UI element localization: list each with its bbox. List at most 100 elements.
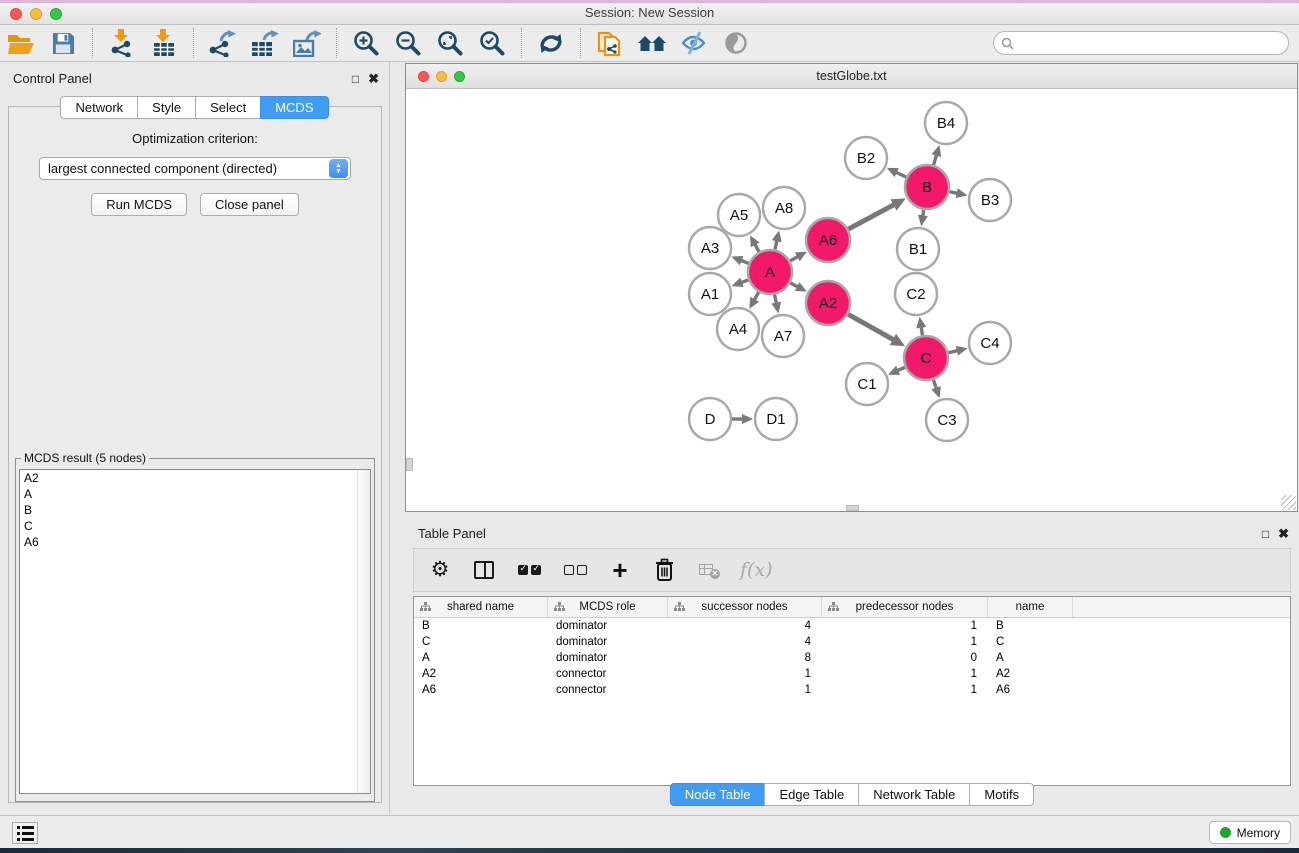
table-row[interactable]: A2connector11A2 xyxy=(414,666,1290,682)
hide-panels-button[interactable] xyxy=(676,27,712,59)
table-cell[interactable]: A xyxy=(414,652,548,664)
graph-node-A2[interactable]: A2 xyxy=(806,281,850,325)
graph-node-D[interactable]: D xyxy=(689,398,731,440)
split-view-button[interactable] xyxy=(472,557,496,583)
table-cell[interactable]: 8 xyxy=(668,652,822,664)
task-history-button[interactable] xyxy=(12,822,38,844)
graph-node-B1[interactable]: B1 xyxy=(897,228,939,270)
graph-node-A6[interactable]: A6 xyxy=(806,218,850,262)
table-cell[interactable]: C xyxy=(988,636,1073,648)
graph-node-A[interactable]: A xyxy=(748,250,792,294)
search-input[interactable] xyxy=(1014,33,1288,53)
graph-node-B2[interactable]: B2 xyxy=(845,137,887,179)
graph-node-A3[interactable]: A3 xyxy=(689,227,731,269)
network-horizontal-scrollbar[interactable] xyxy=(846,505,859,511)
graph-node-A8[interactable]: A8 xyxy=(763,187,805,229)
close-table-panel-icon[interactable]: ✖ xyxy=(1278,526,1289,542)
table-cell[interactable]: 4 xyxy=(668,620,822,632)
tab-select[interactable]: Select xyxy=(195,96,261,119)
table-cell[interactable]: connector xyxy=(548,668,668,680)
table-cell[interactable]: 1 xyxy=(822,668,988,680)
result-item[interactable]: C xyxy=(20,518,370,534)
result-list-scrollbar[interactable] xyxy=(357,470,370,793)
tab-style[interactable]: Style xyxy=(137,96,196,119)
tab-edge-table[interactable]: Edge Table xyxy=(764,783,859,806)
edge-A2-C[interactable] xyxy=(848,314,895,340)
table-cell[interactable]: B xyxy=(414,620,548,632)
network-vertical-scrollbar[interactable] xyxy=(406,458,413,471)
show-all-panels-button[interactable] xyxy=(634,27,670,59)
select-all-columns-button[interactable] xyxy=(516,557,542,583)
table-cell[interactable]: B xyxy=(988,620,1073,632)
graph-node-C4[interactable]: C4 xyxy=(969,322,1011,364)
table-row[interactable]: A6connector11A6 xyxy=(414,682,1290,698)
duplicate-network-button[interactable] xyxy=(592,27,628,59)
result-item[interactable]: A6 xyxy=(20,534,370,550)
float-table-panel-icon[interactable]: □ xyxy=(1262,527,1269,541)
graph-node-C3[interactable]: C3 xyxy=(926,399,968,441)
graph-node-C[interactable]: C xyxy=(904,336,948,380)
table-cell[interactable]: dominator xyxy=(548,620,668,632)
search-box[interactable] xyxy=(993,31,1289,55)
memory-button[interactable]: Memory xyxy=(1209,821,1291,844)
refresh-layout-button[interactable] xyxy=(533,27,569,59)
column-header-shared-name[interactable]: shared name xyxy=(414,597,548,617)
tab-network-table[interactable]: Network Table xyxy=(858,783,970,806)
table-settings-button[interactable]: ⚙ xyxy=(428,557,452,583)
zoom-in-button[interactable] xyxy=(348,27,384,59)
mcds-result-list[interactable]: A2ABCA6 xyxy=(19,469,371,794)
tab-node-table[interactable]: Node Table xyxy=(670,783,766,806)
table-cell[interactable]: dominator xyxy=(548,652,668,664)
run-mcds-button[interactable]: Run MCDS xyxy=(91,193,187,216)
table-row[interactable]: Bdominator41B xyxy=(414,618,1290,634)
delete-table-button[interactable]: ✕ xyxy=(696,557,720,583)
table-cell[interactable]: 0 xyxy=(822,652,988,664)
float-panel-icon[interactable]: □ xyxy=(352,72,359,86)
function-builder-button[interactable]: f(x) xyxy=(740,557,773,583)
graph-node-A1[interactable]: A1 xyxy=(689,273,731,315)
table-cell[interactable]: 1 xyxy=(822,636,988,648)
delete-columns-button[interactable] xyxy=(652,557,676,583)
table-cell[interactable]: 4 xyxy=(668,636,822,648)
table-cell[interactable]: A xyxy=(988,652,1073,664)
table-cell[interactable]: dominator xyxy=(548,636,668,648)
edge-A6-B[interactable] xyxy=(848,204,895,229)
table-cell[interactable]: 1 xyxy=(668,684,822,696)
deselect-all-columns-button[interactable] xyxy=(562,557,588,583)
network-canvas[interactable]: AA1A2A3A4A5A6A7A8BB1B2B3B4CC1C2C3C4DD1 xyxy=(406,89,1297,511)
export-table-button[interactable] xyxy=(247,27,283,59)
open-session-button[interactable] xyxy=(3,27,39,59)
close-panel-icon[interactable]: ✖ xyxy=(368,71,379,87)
optimization-criterion-select[interactable]: largest connected component (directed) ▲… xyxy=(39,157,351,180)
column-header-name[interactable]: name xyxy=(988,597,1073,617)
resize-grip[interactable] xyxy=(1281,495,1296,510)
save-session-button[interactable] xyxy=(45,27,81,59)
column-header-predecessor-nodes[interactable]: predecessor nodes xyxy=(822,597,988,617)
export-image-button[interactable] xyxy=(289,27,325,59)
export-network-button[interactable] xyxy=(205,27,241,59)
close-panel-button[interactable]: Close panel xyxy=(200,193,299,216)
column-header-successor-nodes[interactable]: successor nodes xyxy=(668,597,822,617)
table-row[interactable]: Adominator80A xyxy=(414,650,1290,666)
graph-node-D1[interactable]: D1 xyxy=(755,398,797,440)
create-column-button[interactable]: + xyxy=(608,557,632,583)
bird-view-button[interactable] xyxy=(718,27,754,59)
result-item[interactable]: B xyxy=(20,502,370,518)
table-cell[interactable]: A2 xyxy=(988,668,1073,680)
tab-network[interactable]: Network xyxy=(60,96,138,119)
result-item[interactable]: A xyxy=(20,486,370,502)
import-network-button[interactable] xyxy=(104,27,140,59)
graph-node-A4[interactable]: A4 xyxy=(717,308,759,350)
graph-node-C2[interactable]: C2 xyxy=(895,273,937,315)
table-cell[interactable]: A6 xyxy=(988,684,1073,696)
table-cell[interactable]: A6 xyxy=(414,684,548,696)
graph-node-C1[interactable]: C1 xyxy=(846,363,888,405)
table-row[interactable]: Cdominator41C xyxy=(414,634,1290,650)
table-cell[interactable]: C xyxy=(414,636,548,648)
table-cell[interactable]: 1 xyxy=(822,620,988,632)
graph-node-B[interactable]: B xyxy=(905,165,949,209)
table-cell[interactable]: connector xyxy=(548,684,668,696)
column-header-MCDS-role[interactable]: MCDS role xyxy=(548,597,668,617)
result-item[interactable]: A2 xyxy=(20,470,370,486)
graph-node-B4[interactable]: B4 xyxy=(925,102,967,144)
